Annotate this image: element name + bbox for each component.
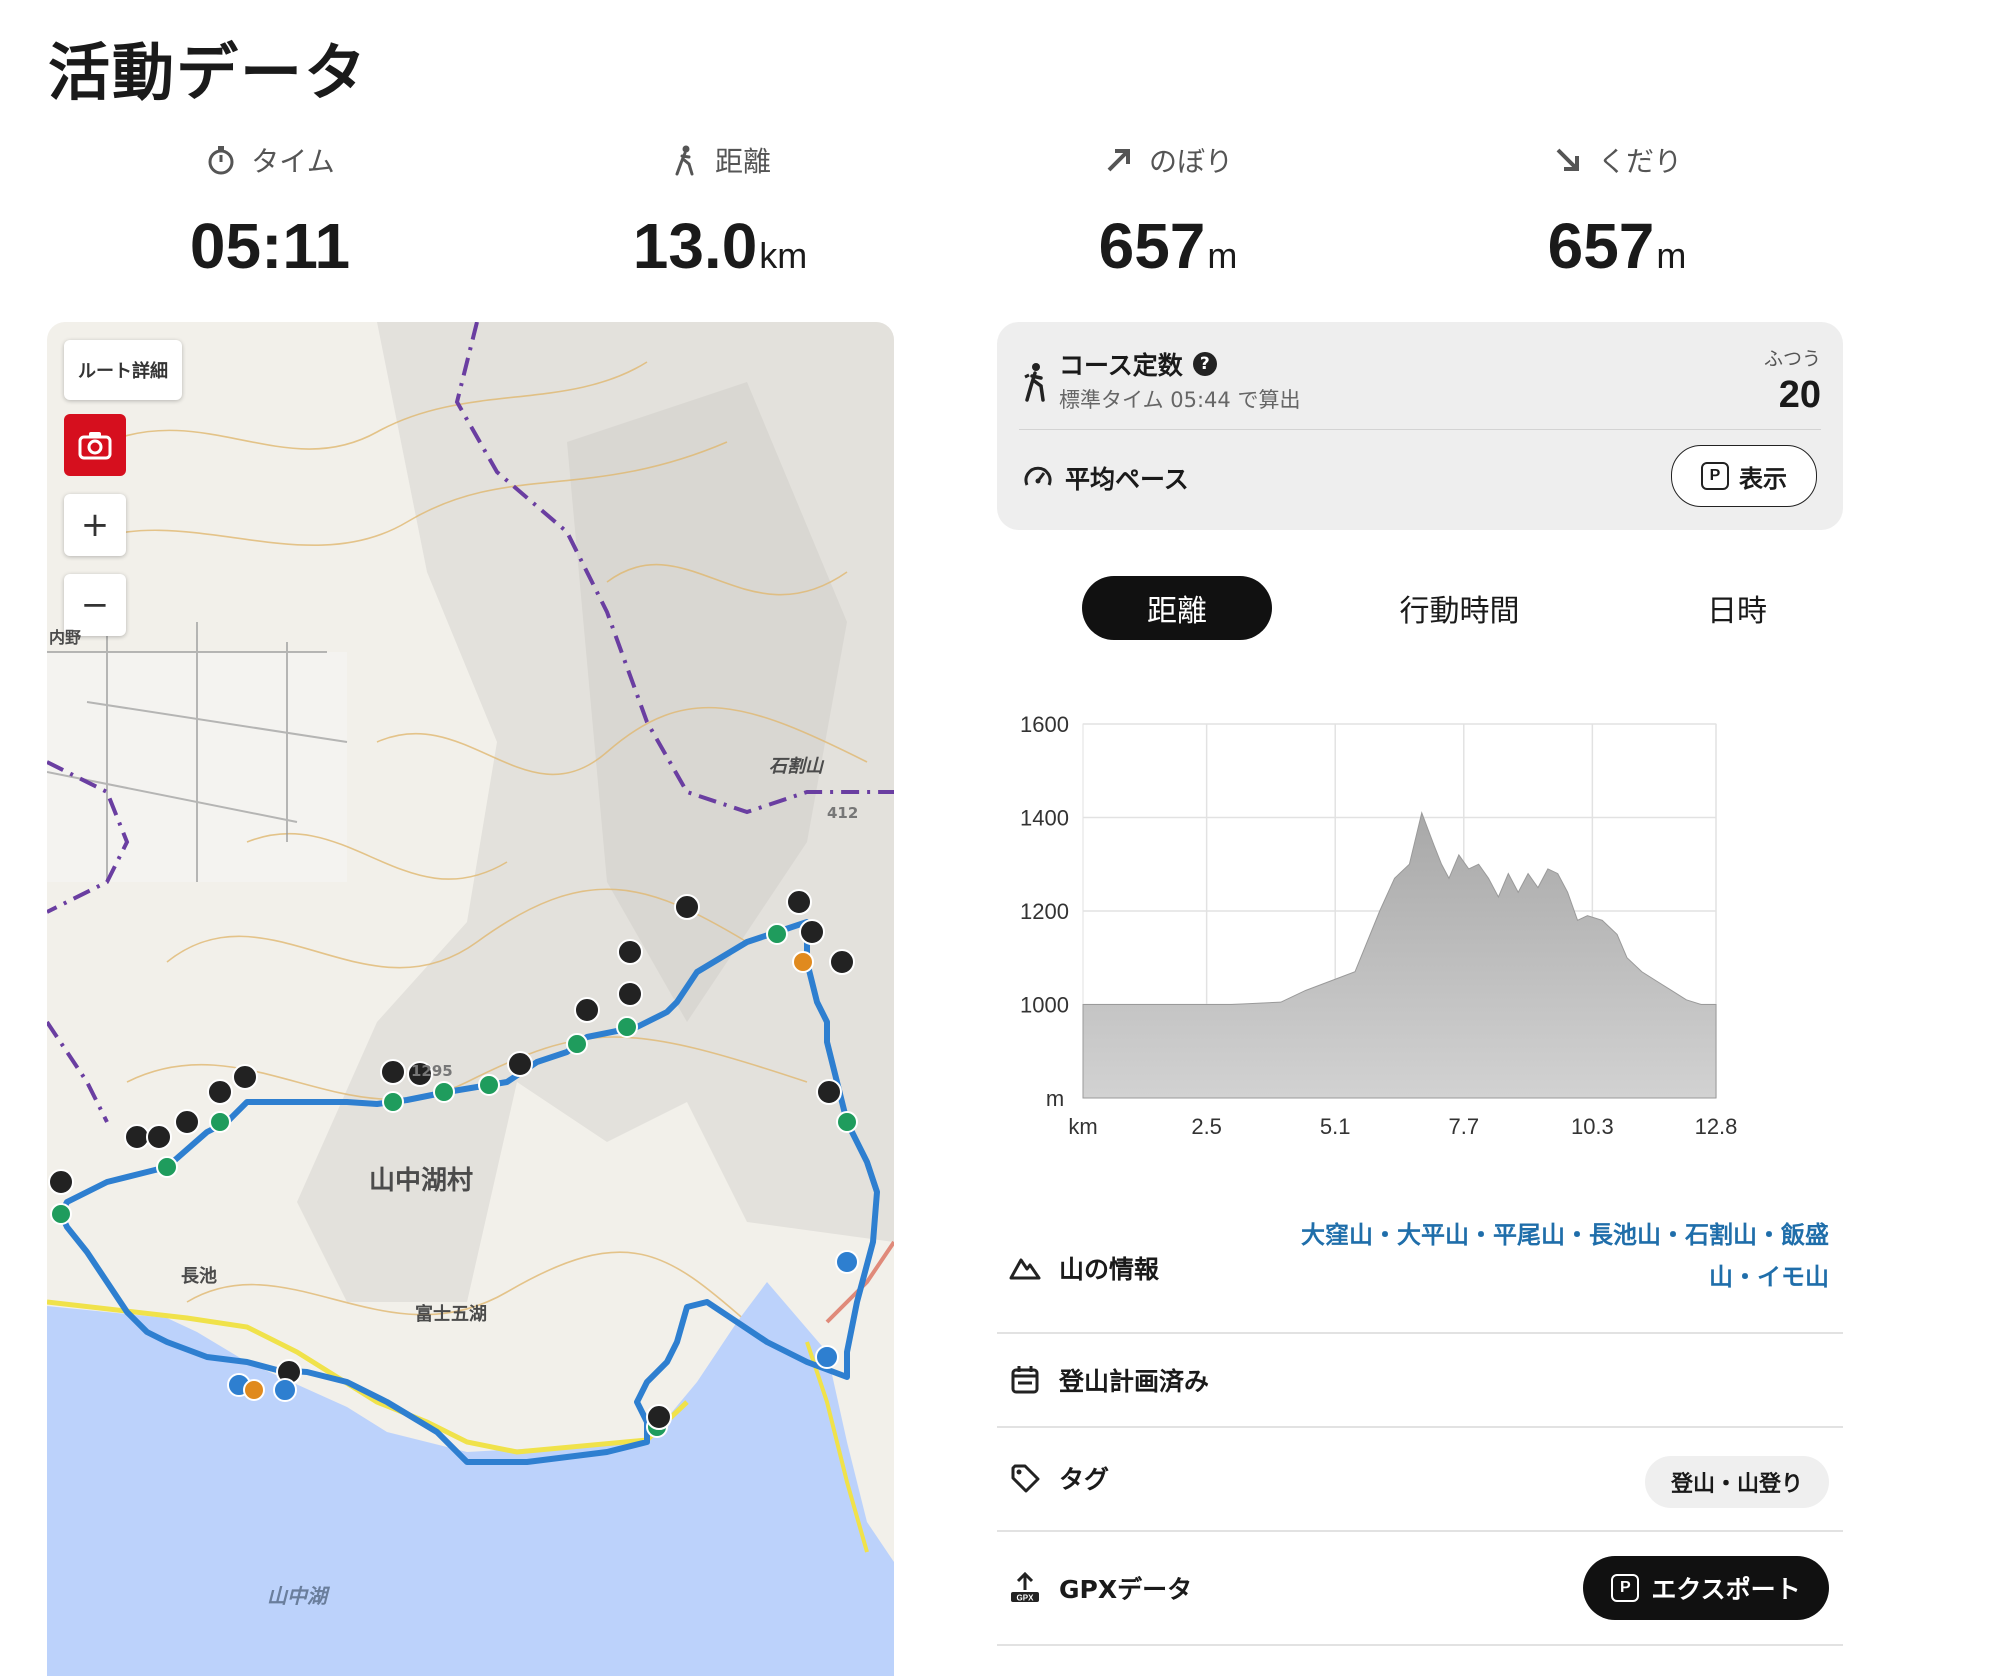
divider xyxy=(1019,429,1821,430)
zoom-in-button[interactable]: + xyxy=(64,494,126,556)
tag-text: タグ xyxy=(1059,1465,1110,1494)
map-label-lake: 山中湖 xyxy=(267,1584,327,1608)
stat-value: 13.0 xyxy=(632,210,758,282)
calendar-icon xyxy=(1011,1366,1039,1394)
elevation-chart-svg: 1000 1200 1400 1600 2.5 5.1 7.7 10.3 12.8 kmm xyxy=(1020,712,1738,1139)
arrow-down-right-icon xyxy=(1556,148,1579,171)
tab-distance[interactable]: 距離 xyxy=(1082,576,1272,640)
tag-row: タグ 登山・山登り xyxy=(997,1428,1843,1532)
x-tick-label: 7.7 xyxy=(1448,1114,1479,1139)
map-label-place: 長池 xyxy=(181,1266,217,1287)
mountain-info-row: 山の情報 大窪山・大平山・平尾山・長池山・石割山・飯盛山・イモ山 xyxy=(997,1210,1843,1334)
x-tick-label: 12.8 xyxy=(1695,1114,1738,1139)
map-canvas[interactable] xyxy=(47,322,894,1676)
stat-label: 距離 xyxy=(714,145,771,178)
y-tick-label: 1000 xyxy=(1020,993,1069,1018)
premium-badge-icon: P xyxy=(1611,1574,1640,1602)
gauge-icon xyxy=(1024,466,1052,486)
course-constant-label: コース定数 xyxy=(1059,351,1183,380)
map-label-place: 内野 xyxy=(49,628,82,647)
mountain-info-label: 山の情報 xyxy=(1009,1250,1159,1286)
gpx-row: GPX GPXデータ P エクスポート xyxy=(997,1532,1843,1646)
help-icon[interactable]: ? xyxy=(1192,352,1217,376)
tab-active-time[interactable]: 行動時間 xyxy=(1337,576,1582,640)
export-button[interactable]: P エクスポート xyxy=(1583,1556,1829,1620)
pace-label-text: 平均ペース xyxy=(1065,465,1189,494)
stat-descent: くだり 657m xyxy=(1427,140,1807,278)
stopwatch-icon xyxy=(208,146,234,175)
course-constant-value: 20 xyxy=(1778,374,1821,416)
elevation-chart: 1000 1200 1400 1600 2.5 5.1 7.7 10.3 12.8 km m xyxy=(997,690,1857,1160)
stat-distance: 距離 13.0km xyxy=(530,140,910,278)
stat-label: タイム xyxy=(251,145,335,178)
arrow-up-right-icon xyxy=(1107,149,1130,172)
stat-unit: m xyxy=(1656,235,1687,276)
stat-label: のぼり xyxy=(1148,145,1233,178)
y-tick-label: 1400 xyxy=(1020,806,1069,831)
show-pace-button[interactable]: P 表示 xyxy=(1671,445,1817,507)
gpx-label: GPX GPXデータ xyxy=(1009,1570,1192,1606)
gpx-upload-icon: GPX xyxy=(1011,1572,1039,1603)
tag-label: タグ xyxy=(1009,1460,1109,1496)
camera-icon xyxy=(78,432,112,460)
gpx-text: GPXデータ xyxy=(1059,1575,1193,1604)
stat-unit: km xyxy=(759,235,808,276)
page-title: 活動データ xyxy=(48,36,369,109)
show-pace-label: 表示 xyxy=(1739,464,1787,493)
map-label-peak-elev: 412 xyxy=(827,804,859,822)
y-axis-label: m xyxy=(1046,1086,1064,1111)
route-detail-button[interactable]: ルート詳細 xyxy=(64,340,182,400)
map-label-place: 富士五湖 xyxy=(415,1304,487,1325)
plan-row: 登山計画済み xyxy=(997,1334,1843,1428)
y-tick-label: 1200 xyxy=(1020,899,1069,924)
walker-icon xyxy=(675,145,694,176)
map-label-peak: 石割山 xyxy=(769,756,823,777)
map-label-village: 山中湖村 xyxy=(369,1166,474,1196)
plan-text: 登山計画済み xyxy=(1059,1367,1210,1396)
mountain-links[interactable]: 大窪山・大平山・平尾山・長池山・石割山・飯盛山・イモ山 xyxy=(1269,1214,1829,1298)
premium-badge-icon: P xyxy=(1701,462,1729,490)
stat-value: 657 xyxy=(1547,210,1655,282)
stat-value: 657 xyxy=(1098,210,1206,282)
average-pace-label: 平均ペース xyxy=(1023,460,1189,496)
mountain-info-text: 山の情報 xyxy=(1059,1255,1160,1284)
tab-datetime[interactable]: 日時 xyxy=(1642,576,1832,640)
export-label: エクスポート xyxy=(1651,1575,1801,1604)
camera-toggle-button[interactable] xyxy=(64,414,126,476)
stat-unit: m xyxy=(1207,235,1238,276)
stat-ascent: のぼり 657m xyxy=(978,140,1358,278)
mountain-icon xyxy=(1009,1258,1041,1280)
route-map[interactable]: ルート詳細 + − 山中湖村 山中湖 石割山 412 1295 長池 富士五湖 … xyxy=(47,322,894,1676)
x-tick-label: 2.5 xyxy=(1191,1114,1222,1139)
course-constant-card: コース定数 ? 標準タイム 05:44 で算出 ふつう 20 平均ペース P 表… xyxy=(997,322,1843,530)
tag-icon xyxy=(1011,1464,1040,1493)
stat-value: 05:11 xyxy=(189,210,351,282)
tag-chip[interactable]: 登山・山登り xyxy=(1644,1456,1829,1508)
svg-text:GPX: GPX xyxy=(1017,1594,1035,1603)
x-tick-label: 10.3 xyxy=(1571,1114,1614,1139)
y-tick-label: 1600 xyxy=(1020,712,1069,737)
stat-time: タイム 05:11 xyxy=(80,140,460,278)
x-axis-label: km xyxy=(1068,1114,1097,1139)
map-label-elevation: 1295 xyxy=(411,1062,453,1080)
course-constant-subtitle: 標準タイム 05:44 で算出 xyxy=(1059,388,1301,412)
hiker-icon xyxy=(1024,363,1045,402)
course-constant-title: コース定数 ? xyxy=(1059,346,1217,382)
x-tick-label: 5.1 xyxy=(1320,1114,1351,1139)
chart-tabs: 距離 行動時間 日時 xyxy=(1082,576,1852,640)
plan-label: 登山計画済み xyxy=(1009,1362,1209,1398)
stat-label: くだり xyxy=(1597,145,1682,178)
difficulty-level: ふつう xyxy=(1763,348,1821,370)
